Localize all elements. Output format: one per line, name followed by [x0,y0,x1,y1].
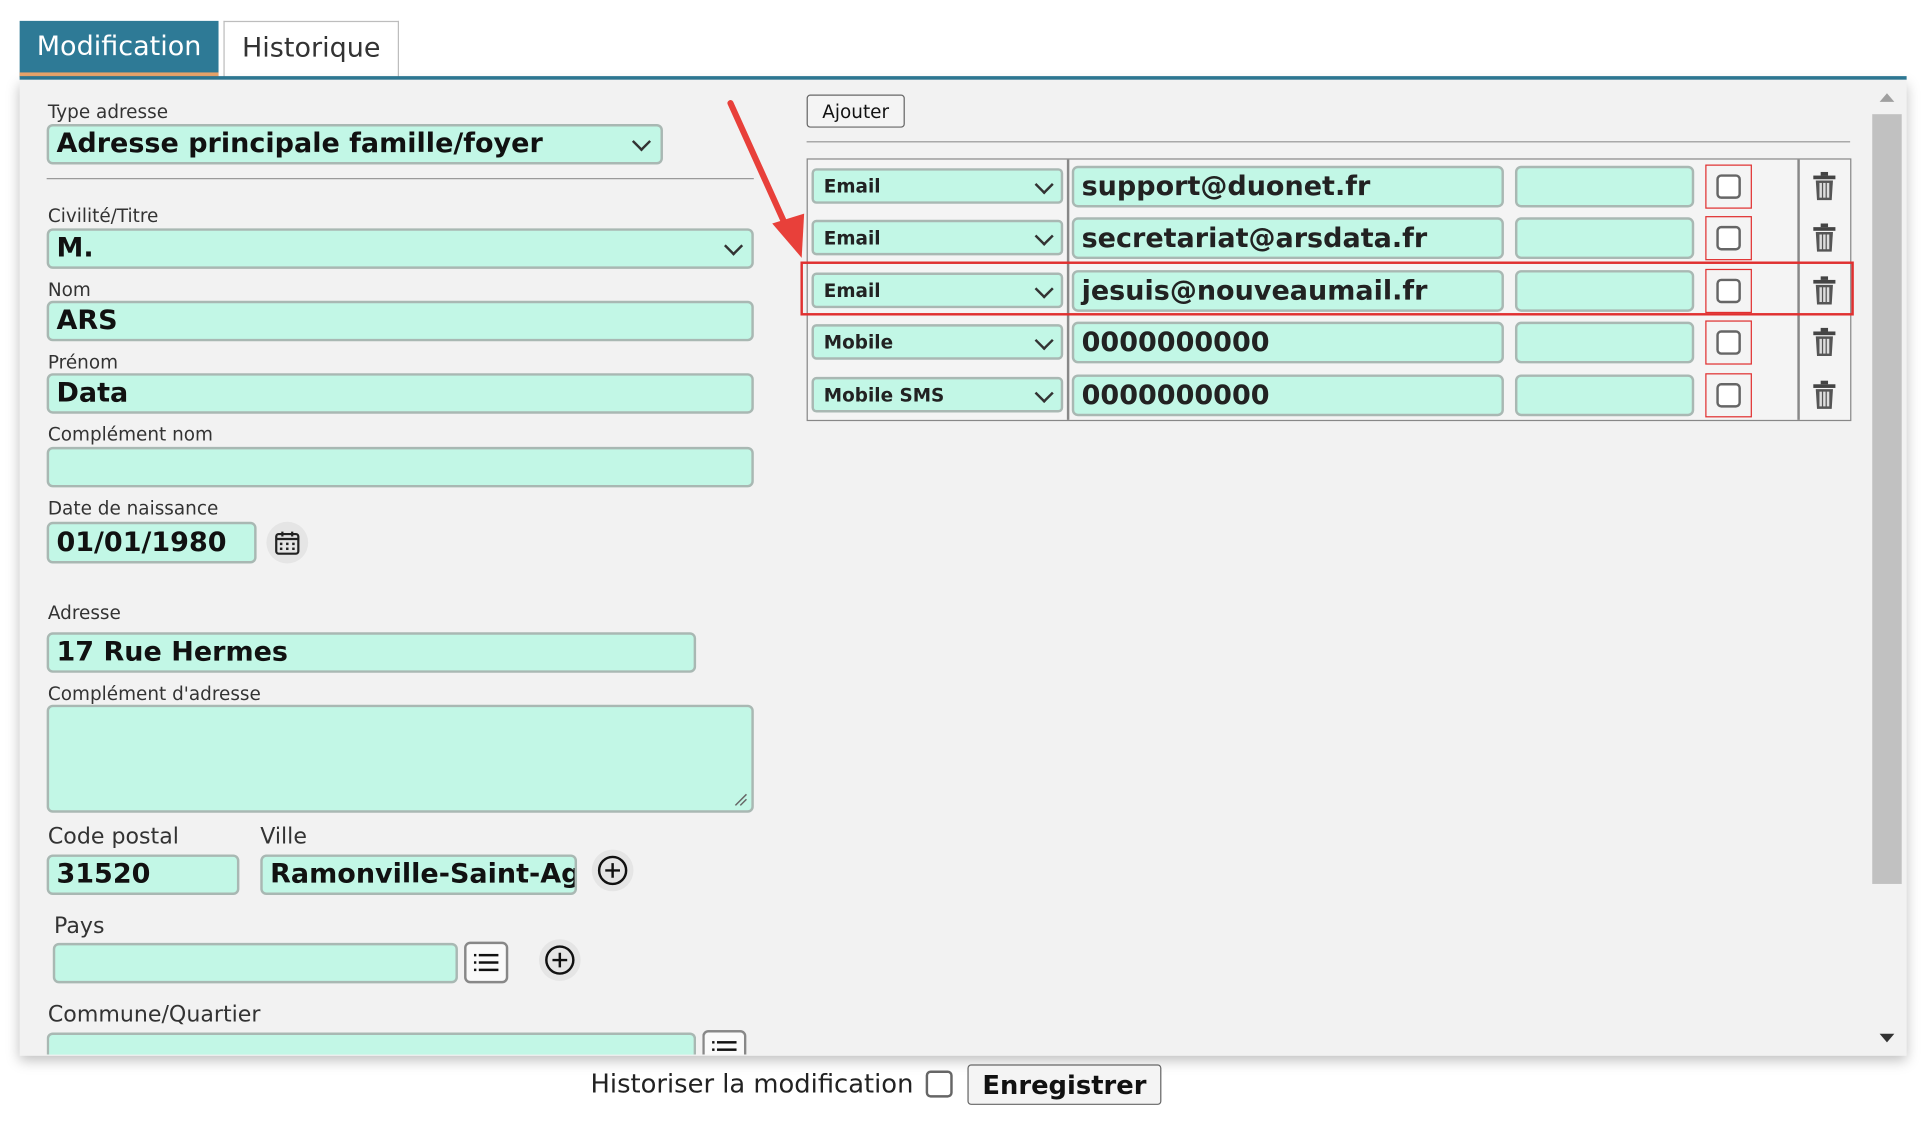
highlight-box [800,261,1854,316]
resize-handle-icon[interactable] [733,792,748,807]
contact-checkbox-cell [1705,373,1752,418]
nom-value: ARS [56,305,118,337]
type-adresse-value: Adresse principale famille/foyer [56,128,543,160]
contact-type-value: Email [823,226,881,249]
contact-checkbox-cell [1705,164,1752,209]
complement-adresse-textarea[interactable] [46,704,754,813]
date-naissance-label: Date de naissance [47,497,219,520]
contact-checkbox[interactable] [1716,174,1741,199]
civilite-value: M. [56,233,94,264]
contact-checkbox[interactable] [1716,225,1741,251]
contact-type-value: Mobile [823,330,894,353]
contact-type-select[interactable]: Mobile [811,324,1064,360]
contact-value-input[interactable]: support@duonet.fr [1071,165,1504,208]
pays-label: Pays [54,913,105,940]
list-icon [712,1041,737,1051]
adresse-input[interactable]: 17 Rue Hermes [46,632,697,673]
scroll-down-icon[interactable] [1878,1031,1895,1043]
code-postal-value: 31520 [56,859,151,891]
prenom-value: Data [56,378,129,409]
add-ville-button[interactable] [591,849,634,892]
contact-type-select[interactable]: Email [811,168,1064,204]
pays-input[interactable] [52,942,458,984]
contact-type-value: Mobile SMS [823,383,945,406]
contact-value: 0000000000 [1081,327,1270,358]
nom-label: Nom [47,278,91,301]
pays-list-button[interactable] [464,941,509,984]
list-icon [473,953,499,972]
divider [806,141,1851,143]
contact-value: support@duonet.fr [1081,171,1371,202]
contact-extra-input[interactable] [1514,374,1695,417]
contact-checkbox-cell [1705,320,1752,365]
trash-icon[interactable] [1811,380,1838,410]
civilite-label: Civilité/Titre [47,205,159,228]
ville-input[interactable]: Ramonville-Saint-Ag [260,854,578,895]
tab-historique[interactable]: Historique [223,20,400,78]
contact-checkbox[interactable] [1716,330,1741,355]
adresse-value: 17 Rue Hermes [56,637,289,668]
commune-label: Commune/Quartier [47,1001,261,1028]
scrollbar-thumb[interactable] [1872,114,1902,884]
calendar-button[interactable] [266,521,309,564]
save-button[interactable]: Enregistrer [967,1064,1162,1105]
trash-icon[interactable] [1811,223,1838,252]
prenom-input[interactable]: Data [46,373,754,414]
plus-circle-icon [597,855,628,886]
calendar-icon [275,531,300,555]
contact-value-input[interactable]: 0000000000 [1071,374,1504,417]
tab-modification[interactable]: Modification [19,20,219,78]
contact-extra-input[interactable] [1514,165,1695,208]
code-postal-label: Code postal [47,823,179,850]
code-postal-input[interactable]: 31520 [46,854,240,895]
nom-input[interactable]: ARS [46,300,754,342]
contact-extra-input[interactable] [1514,217,1695,260]
prenom-label: Prénom [47,351,119,374]
contact-checkbox[interactable] [1716,383,1741,408]
historiser-checkbox[interactable] [925,1070,953,1098]
date-naissance-value: 01/01/1980 [56,527,227,558]
add-pays-button[interactable] [538,939,581,981]
commune-list-button[interactable] [702,1030,747,1055]
adresse-label: Adresse [47,601,121,624]
contact-value-input[interactable]: 0000000000 [1071,321,1504,364]
contact-type-select[interactable]: Mobile SMS [811,376,1064,413]
date-naissance-input[interactable]: 01/01/1980 [46,521,257,564]
contact-type-select[interactable]: Email [811,219,1064,256]
plus-circle-icon [545,945,575,975]
ville-value: Ramonville-Saint-Ag [270,859,578,891]
commune-input[interactable] [46,1032,697,1055]
contact-checkbox-cell [1705,216,1752,261]
type-adresse-select[interactable]: Adresse principale famille/foyer [46,123,663,165]
type-adresse-label: Type adresse [47,100,169,123]
annotation-arrow [727,100,805,258]
contact-extra-input[interactable] [1514,321,1695,364]
trash-icon[interactable] [1811,171,1838,201]
ville-label: Ville [260,823,307,850]
historiser-label: Historiser la modification [590,1069,914,1099]
divider [46,178,754,180]
complement-nom-input[interactable] [46,446,754,488]
complement-nom-label: Complément nom [47,423,213,446]
complement-adresse-label: Complément d'adresse [47,682,261,705]
scroll-up-icon[interactable] [1878,92,1895,104]
contact-value: 0000000000 [1081,379,1270,411]
contact-value-input[interactable]: secretariat@arsdata.fr [1071,217,1504,260]
civilite-select[interactable]: M. [46,228,754,269]
trash-icon[interactable] [1811,327,1838,357]
contact-type-value: Email [823,174,881,198]
contact-value: secretariat@arsdata.fr [1081,222,1428,254]
add-contact-button[interactable]: Ajouter [806,94,905,128]
